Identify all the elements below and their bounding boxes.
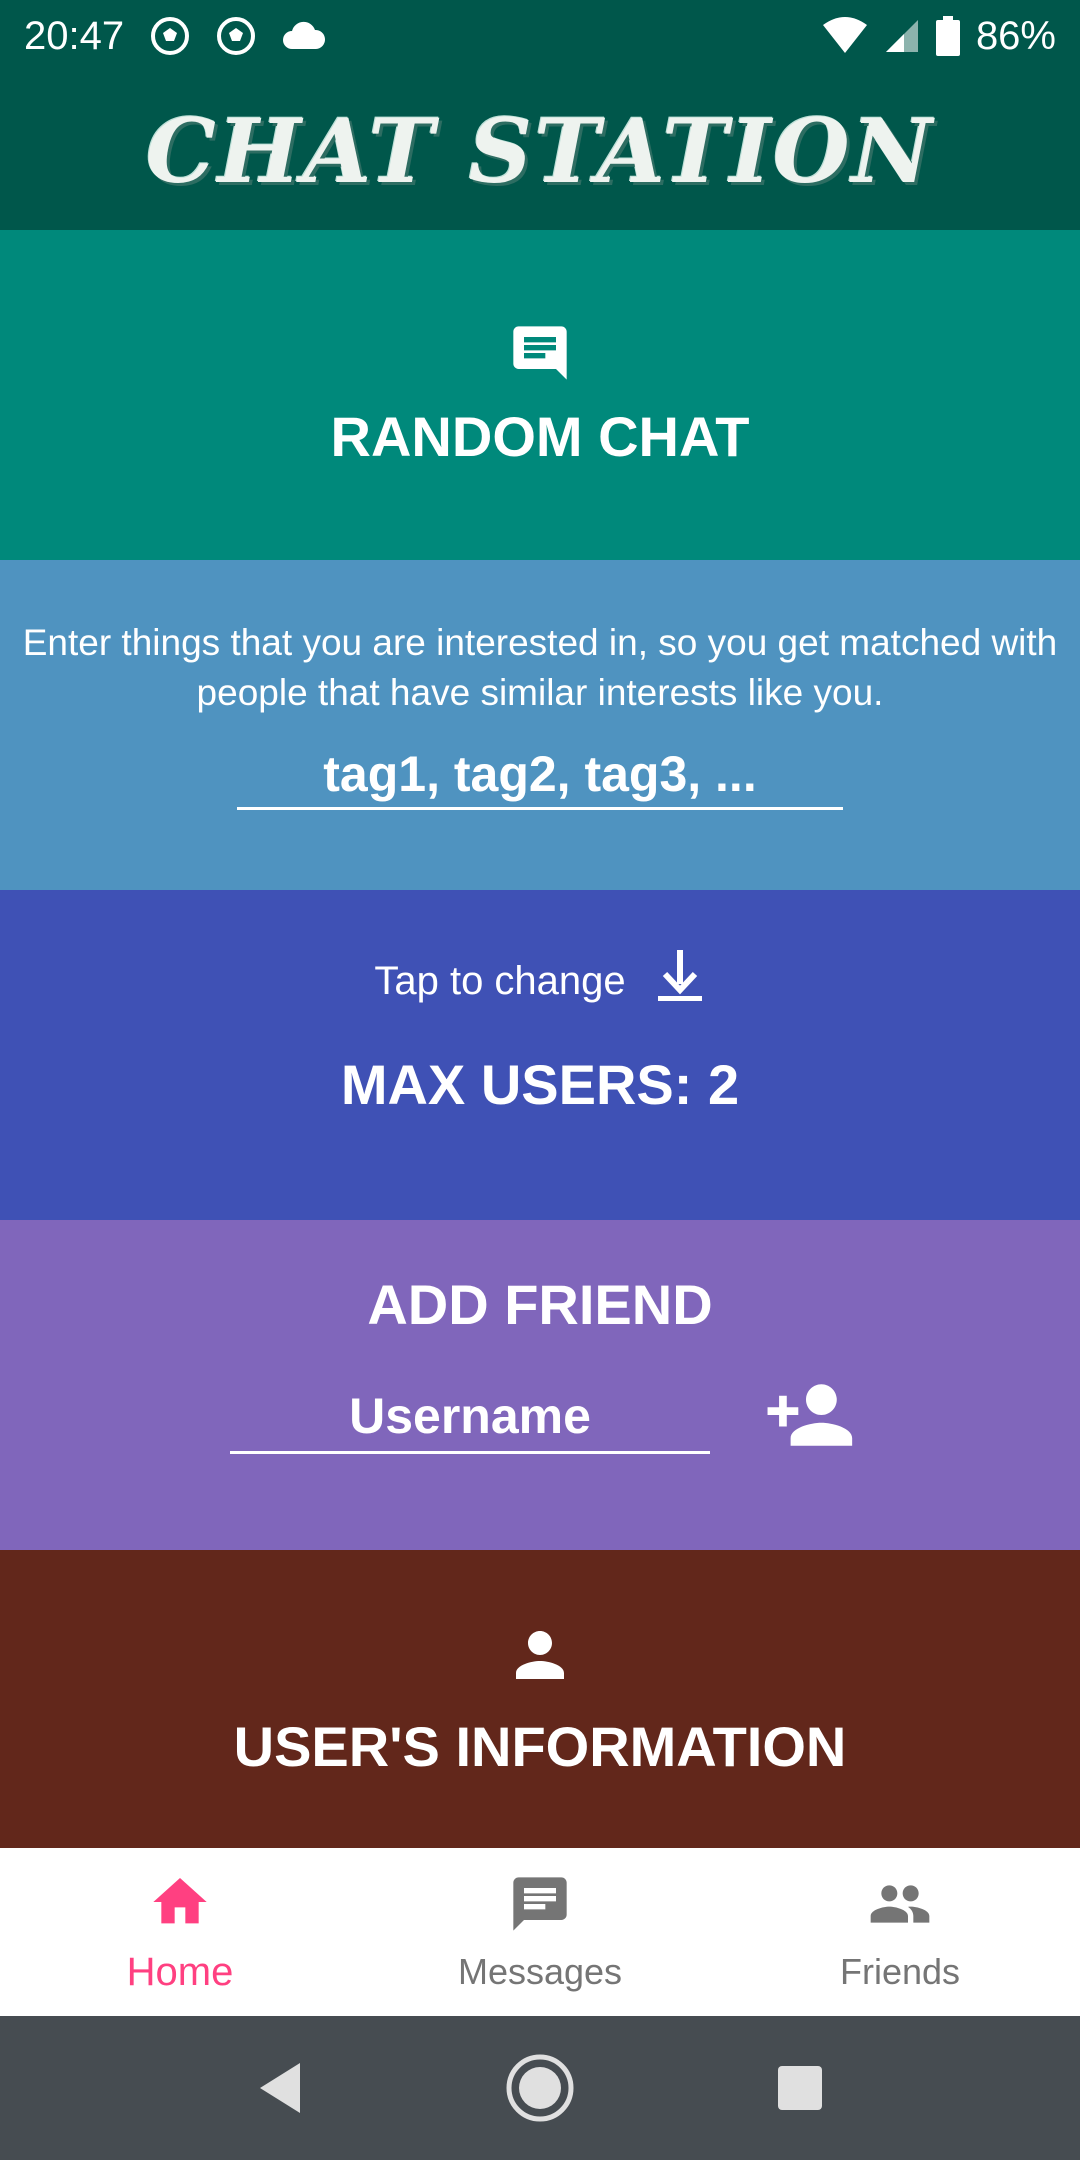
soccer-ball-icon <box>216 16 256 56</box>
download-arrow-icon <box>654 948 706 1014</box>
bottom-navigation: Home Messages Friends <box>0 1848 1080 2016</box>
random-chat-label: RANDOM CHAT <box>330 405 750 468</box>
message-icon <box>508 1872 572 1945</box>
app-header: CHAT STATION <box>0 72 1080 230</box>
add-friend-section: ADD FRIEND <box>0 1220 1080 1550</box>
max-users-button[interactable]: Tap to change MAX USERS: 2 <box>0 890 1080 1220</box>
back-icon[interactable] <box>150 2061 410 2115</box>
soccer-ball-icon <box>150 16 190 56</box>
people-icon <box>865 1872 935 1945</box>
user-information-button[interactable]: USER'S INFORMATION <box>0 1550 1080 1848</box>
nav-label-messages: Messages <box>457 1950 623 1992</box>
person-icon <box>504 1619 576 1696</box>
nav-label-home: Home <box>126 1949 234 1994</box>
home-circle-icon[interactable] <box>410 2053 670 2123</box>
max-users-label: MAX USERS: 2 <box>340 1053 740 1116</box>
signal-icon <box>884 18 920 54</box>
chat-bubble-icon <box>508 321 572 390</box>
username-input[interactable] <box>230 1381 710 1454</box>
app-title: CHAT STATION <box>145 99 935 203</box>
cloud-icon <box>282 21 326 51</box>
nav-item-friends[interactable]: Friends <box>720 1848 1080 2016</box>
battery-level: 86% <box>975 13 1056 58</box>
nav-label-friends: Friends <box>839 1950 961 1992</box>
interests-section: Enter things that you are interested in,… <box>0 560 1080 890</box>
nav-item-messages[interactable]: Messages <box>360 1848 720 2016</box>
add-friend-label: ADD FRIEND <box>367 1273 713 1336</box>
tap-to-change-hint: Tap to change <box>374 958 626 1003</box>
status-time: 20:47 <box>24 13 125 58</box>
person-add-icon[interactable] <box>756 1379 856 1456</box>
battery-icon <box>935 16 960 56</box>
wifi-icon <box>822 17 868 55</box>
system-navigation-bar <box>0 2016 1080 2160</box>
tags-input[interactable] <box>237 740 843 810</box>
random-chat-button[interactable]: RANDOM CHAT <box>0 230 1080 560</box>
nav-item-home[interactable]: Home <box>0 1848 360 2016</box>
status-bar: 20:47 86% <box>0 0 1080 72</box>
user-information-label: USER'S INFORMATION <box>233 1715 847 1778</box>
interests-description: Enter things that you are interested in,… <box>22 622 1058 713</box>
recents-icon[interactable] <box>670 2064 930 2112</box>
home-icon <box>148 1870 212 1944</box>
